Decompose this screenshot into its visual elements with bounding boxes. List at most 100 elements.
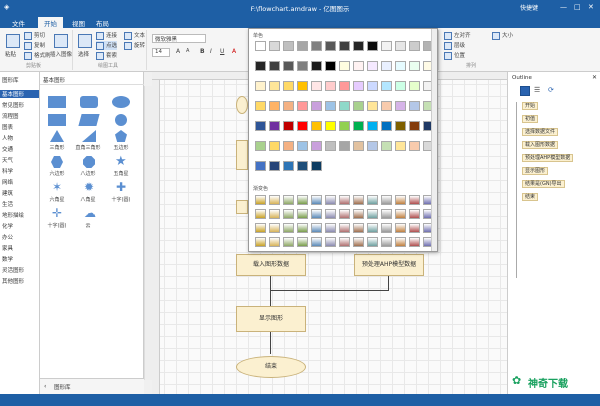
gradient-swatch[interactable] (353, 223, 364, 233)
color-swatch[interactable] (339, 121, 350, 131)
color-swatch[interactable] (409, 81, 420, 91)
color-swatch[interactable] (283, 121, 294, 131)
category-item[interactable]: 交通 (2, 145, 13, 153)
font-family-select[interactable]: 微软雅黑 (152, 34, 206, 43)
rectangle-shape[interactable] (48, 96, 66, 108)
color-swatch[interactable] (353, 141, 364, 151)
color-swatch[interactable] (325, 121, 336, 131)
gradient-swatch[interactable] (283, 209, 294, 219)
color-swatch[interactable] (353, 41, 364, 51)
color-swatch[interactable] (311, 161, 322, 171)
gradient-swatch[interactable] (353, 195, 364, 205)
color-swatch[interactable] (283, 101, 294, 111)
octagon-shape[interactable] (83, 156, 95, 168)
color-swatch[interactable] (325, 81, 336, 91)
category-item[interactable]: 灵活图形 (2, 266, 24, 274)
color-swatch[interactable] (339, 141, 350, 151)
parallelogram-shape[interactable] (78, 114, 100, 126)
color-swatch[interactable] (269, 161, 280, 171)
hexagon-shape[interactable] (51, 156, 63, 168)
outline-item[interactable]: 结果是(GN)导出 (522, 180, 565, 188)
eight-star-shape[interactable]: ✹ (84, 180, 94, 194)
color-swatch[interactable] (283, 41, 294, 51)
color-swatch[interactable] (311, 121, 322, 131)
color-swatch[interactable] (297, 161, 308, 171)
gradient-swatch[interactable] (325, 209, 336, 219)
color-swatch[interactable] (255, 121, 266, 131)
ellipse-shape[interactable] (112, 96, 130, 108)
color-swatch[interactable] (325, 101, 336, 111)
gradient-swatch[interactable] (269, 209, 280, 219)
process-node-partial[interactable] (236, 140, 248, 170)
gradient-swatch[interactable] (325, 195, 336, 205)
color-swatch[interactable] (409, 41, 420, 51)
color-swatch[interactable] (311, 41, 322, 51)
gradient-swatch[interactable] (339, 209, 350, 219)
gradient-swatch[interactable] (297, 223, 308, 233)
color-swatch[interactable] (353, 121, 364, 131)
color-swatch[interactable] (381, 41, 392, 51)
outline-item[interactable]: 开始 (522, 102, 539, 110)
format-painter-button[interactable]: 格式刷 (24, 51, 51, 60)
gradient-swatch[interactable] (367, 209, 378, 219)
color-swatch[interactable] (339, 61, 350, 71)
outline-item[interactable]: 初值 (522, 115, 539, 123)
category-item[interactable]: 常见图形 (2, 101, 24, 109)
layer-button[interactable]: 层级 (444, 41, 465, 50)
six-star-shape[interactable]: ✶ (52, 180, 62, 194)
color-swatch[interactable] (283, 141, 294, 151)
category-item[interactable]: 建筑 (2, 189, 13, 197)
color-swatch[interactable] (255, 161, 266, 171)
back-arrow-icon[interactable]: ‹ (44, 383, 46, 390)
gradient-swatch[interactable] (395, 195, 406, 205)
pentagon-shape[interactable] (115, 130, 127, 142)
gradient-swatch[interactable] (367, 195, 378, 205)
color-swatch[interactable] (269, 41, 280, 51)
gradient-swatch[interactable] (283, 223, 294, 233)
grow-font-icon[interactable]: A (176, 48, 180, 55)
gradient-swatch[interactable] (353, 209, 364, 219)
rotate-button[interactable]: 旋转 (124, 41, 145, 50)
gradient-swatch[interactable] (255, 209, 266, 219)
point-button[interactable]: 点选 (96, 41, 118, 50)
color-swatch[interactable] (353, 61, 364, 71)
insert-image-button[interactable]: 插入图像 (50, 50, 72, 58)
category-item[interactable]: 天气 (2, 156, 13, 164)
outline-item[interactable]: 选择数据文件 (522, 128, 559, 136)
outline-refresh-icon[interactable]: ⟳ (548, 86, 554, 94)
size-button[interactable]: 大小 (492, 31, 513, 40)
color-swatch[interactable] (381, 61, 392, 71)
color-swatch[interactable] (297, 101, 308, 111)
gradient-swatch[interactable] (409, 209, 420, 219)
outline-item[interactable]: 结束 (522, 193, 539, 201)
color-swatch[interactable] (283, 61, 294, 71)
color-swatch[interactable] (283, 161, 294, 171)
gradient-swatch[interactable] (311, 223, 322, 233)
gradient-swatch[interactable] (381, 195, 392, 205)
gradient-swatch[interactable] (325, 223, 336, 233)
category-item[interactable]: 家具 (2, 244, 13, 252)
shape-panel-scrollbar[interactable] (144, 86, 152, 380)
shortcut-link[interactable]: 快捷键 (520, 3, 538, 12)
gradient-swatch[interactable] (339, 195, 350, 205)
color-swatch[interactable] (395, 61, 406, 71)
gradient-swatch[interactable] (339, 223, 350, 233)
show-graph-box[interactable]: 显示图形 (236, 306, 306, 332)
color-swatch[interactable] (283, 81, 294, 91)
color-swatch[interactable] (325, 141, 336, 151)
gradient-swatch[interactable] (269, 237, 280, 247)
gradient-swatch[interactable] (339, 237, 350, 247)
category-item[interactable]: 办公 (2, 233, 13, 241)
gradient-swatch[interactable] (297, 195, 308, 205)
gradient-swatch[interactable] (311, 209, 322, 219)
color-swatch[interactable] (255, 141, 266, 151)
color-swatch[interactable] (395, 121, 406, 131)
color-swatch[interactable] (297, 81, 308, 91)
category-item[interactable]: 人物 (2, 134, 13, 142)
gradient-swatch[interactable] (367, 223, 378, 233)
gradient-swatch[interactable] (381, 237, 392, 247)
color-swatch[interactable] (325, 41, 336, 51)
color-swatch[interactable] (255, 101, 266, 111)
underline-icon[interactable]: U (220, 48, 224, 55)
color-swatch[interactable] (311, 141, 322, 151)
